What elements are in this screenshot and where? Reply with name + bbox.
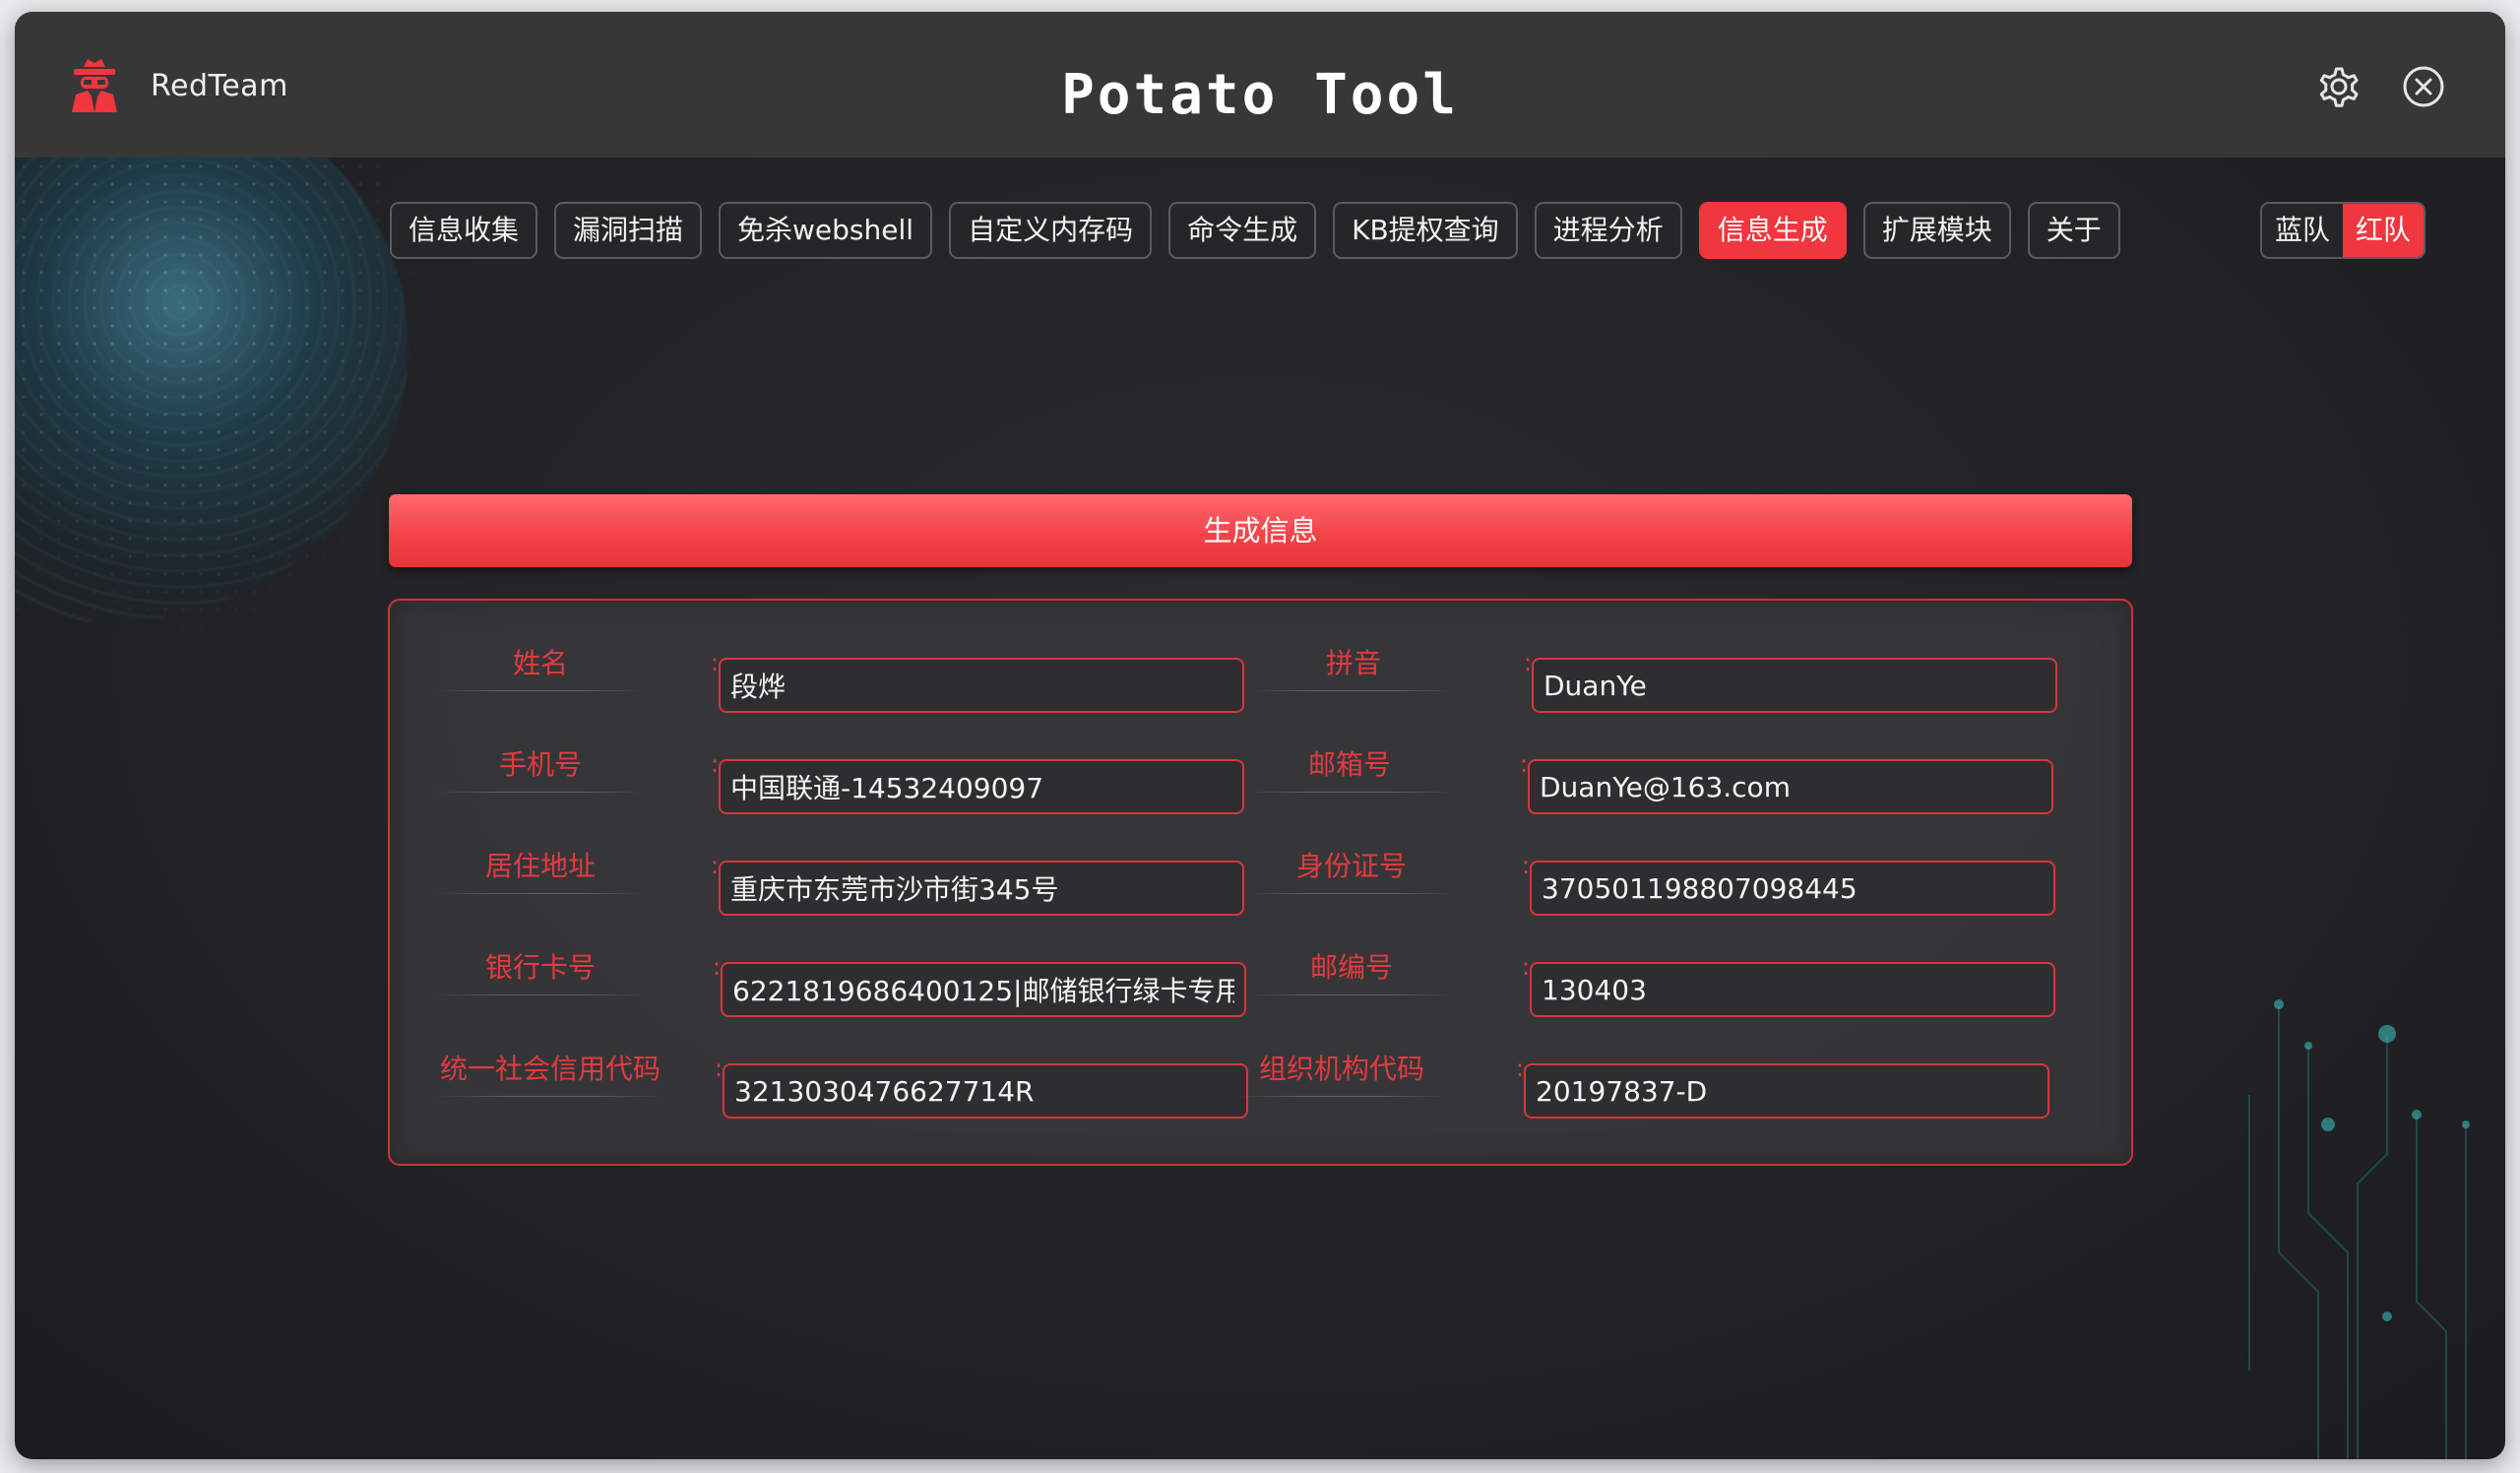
gear-icon — [2319, 67, 2359, 107]
blue-team-option[interactable]: 蓝队 — [2262, 204, 2343, 257]
email-label: 邮箱号 — [1246, 745, 1453, 793]
phone-field[interactable] — [719, 759, 1244, 814]
tab-command-gen[interactable]: 命令生成 — [1168, 202, 1317, 259]
org-code-field[interactable] — [1524, 1063, 2049, 1119]
colon: : — [711, 649, 720, 676]
tab-info-generation[interactable]: 信息生成 — [1698, 202, 1847, 259]
tab-vuln-scan[interactable]: 漏洞扫描 — [554, 202, 703, 259]
colon: : — [1524, 649, 1533, 676]
team-toggle: 蓝队 红队 — [2260, 202, 2426, 259]
name-field[interactable] — [719, 658, 1244, 713]
colon: : — [1522, 852, 1531, 879]
module-tab-bar: 信息收集 漏洞扫描 免杀webshell 自定义内存码 命令生成 KB提权查询 … — [390, 202, 2120, 259]
colon: : — [715, 1055, 724, 1082]
tab-info-collection[interactable]: 信息收集 — [390, 202, 538, 259]
colon: : — [713, 953, 722, 981]
generate-info-button[interactable]: 生成信息 — [389, 494, 2132, 567]
title-bar: RedTeam Potato Tool — [15, 12, 2505, 158]
pinyin-field[interactable] — [1532, 658, 2057, 713]
tab-about[interactable]: 关于 — [2027, 202, 2120, 259]
id-card-label: 身份证号 — [1248, 847, 1455, 894]
tab-memshell[interactable]: 自定义内存码 — [949, 202, 1153, 259]
name-label: 姓名 — [437, 644, 644, 691]
colon: : — [1516, 1055, 1525, 1082]
close-icon — [2403, 66, 2444, 107]
app-title: Potato Tool — [1061, 63, 1459, 127]
tab-webshell[interactable]: 免杀webshell — [719, 202, 933, 259]
app-window: RedTeam Potato Tool 信息收集 漏洞扫描 免杀webshell… — [15, 12, 2505, 1459]
circuit-decoration — [2248, 999, 2470, 1459]
postcode-field[interactable] — [1530, 962, 2055, 1017]
red-team-option[interactable]: 红队 — [2343, 204, 2425, 257]
colon: : — [1522, 953, 1531, 981]
address-label: 居住地址 — [437, 847, 644, 894]
settings-button[interactable] — [2313, 61, 2364, 112]
info-form-panel: 姓名 : 拼音 : 手机号 : 邮箱号 : 居住地址 : 身份证号 : 银行卡号… — [388, 599, 2133, 1166]
org-code-label: 组织机构代码 — [1238, 1050, 1445, 1097]
colon: : — [711, 750, 720, 778]
address-field[interactable] — [719, 861, 1244, 916]
credit-code-label: 统一社会信用代码 — [437, 1050, 663, 1097]
pinyin-label: 拼音 — [1250, 644, 1457, 691]
bank-card-field[interactable] — [721, 962, 1246, 1017]
postcode-label: 邮编号 — [1248, 948, 1455, 995]
colon: : — [1520, 750, 1529, 778]
tab-kb-privesc[interactable]: KB提权查询 — [1333, 202, 1518, 259]
credit-code-field[interactable] — [723, 1063, 1248, 1119]
close-button[interactable] — [2398, 61, 2449, 112]
tab-process-analysis[interactable]: 进程分析 — [1534, 202, 1682, 259]
bank-card-label: 银行卡号 — [437, 948, 644, 995]
colon: : — [711, 852, 720, 879]
globe-dots-decoration — [15, 158, 428, 650]
email-field[interactable] — [1528, 759, 2053, 814]
phone-label: 手机号 — [437, 745, 644, 793]
id-card-field[interactable] — [1530, 861, 2055, 916]
tab-extensions[interactable]: 扩展模块 — [1862, 202, 2011, 259]
